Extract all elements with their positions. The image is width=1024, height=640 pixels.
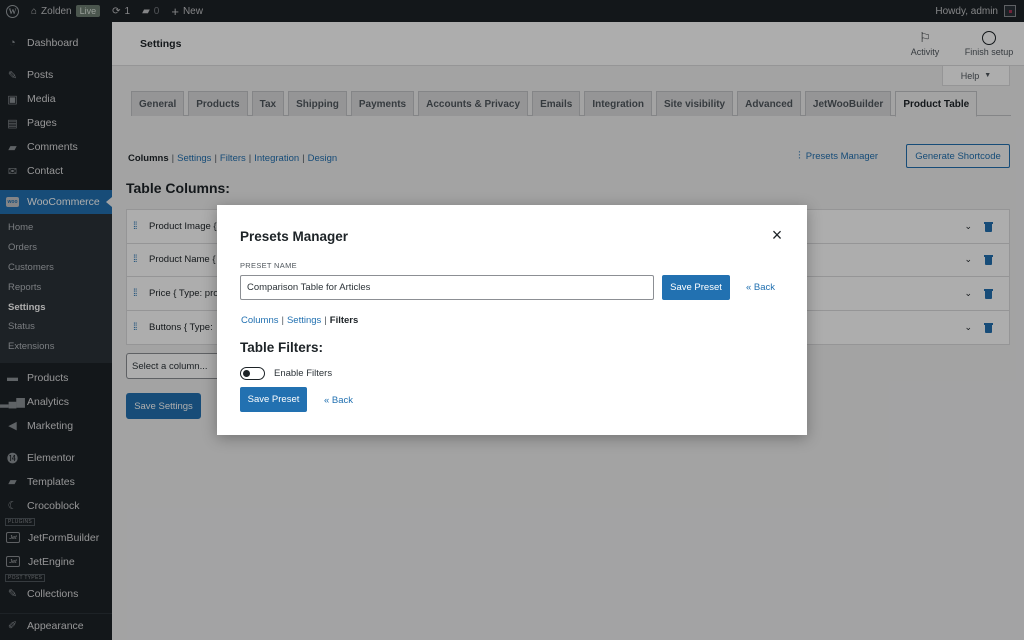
presets-manager-modal: Presets Manager × PRESET NAME Save Prese… bbox=[217, 205, 807, 435]
subnav-separator: | bbox=[281, 315, 284, 326]
modal-subnav: Columns | Settings | Filters bbox=[241, 315, 358, 326]
modal-subnav-settings[interactable]: Settings bbox=[287, 315, 321, 326]
close-icon[interactable]: × bbox=[769, 226, 785, 244]
enable-filters-row: Enable Filters bbox=[240, 367, 332, 380]
preset-name-input[interactable] bbox=[240, 275, 654, 300]
back-link-top[interactable]: « Back bbox=[746, 282, 775, 293]
save-preset-button-top[interactable]: Save Preset bbox=[662, 275, 730, 300]
subnav-separator: | bbox=[324, 315, 327, 326]
modal-subnav-columns[interactable]: Columns bbox=[241, 315, 279, 326]
preset-name-label: PRESET NAME bbox=[240, 261, 297, 270]
save-preset-button-bottom[interactable]: Save Preset bbox=[240, 387, 307, 412]
modal-subnav-filters[interactable]: Filters bbox=[330, 315, 359, 326]
enable-filters-toggle[interactable] bbox=[240, 367, 265, 380]
table-filters-heading: Table Filters: bbox=[240, 340, 324, 355]
back-link-bottom[interactable]: « Back bbox=[324, 395, 353, 406]
modal-title: Presets Manager bbox=[240, 229, 349, 244]
enable-filters-label: Enable Filters bbox=[274, 368, 333, 379]
